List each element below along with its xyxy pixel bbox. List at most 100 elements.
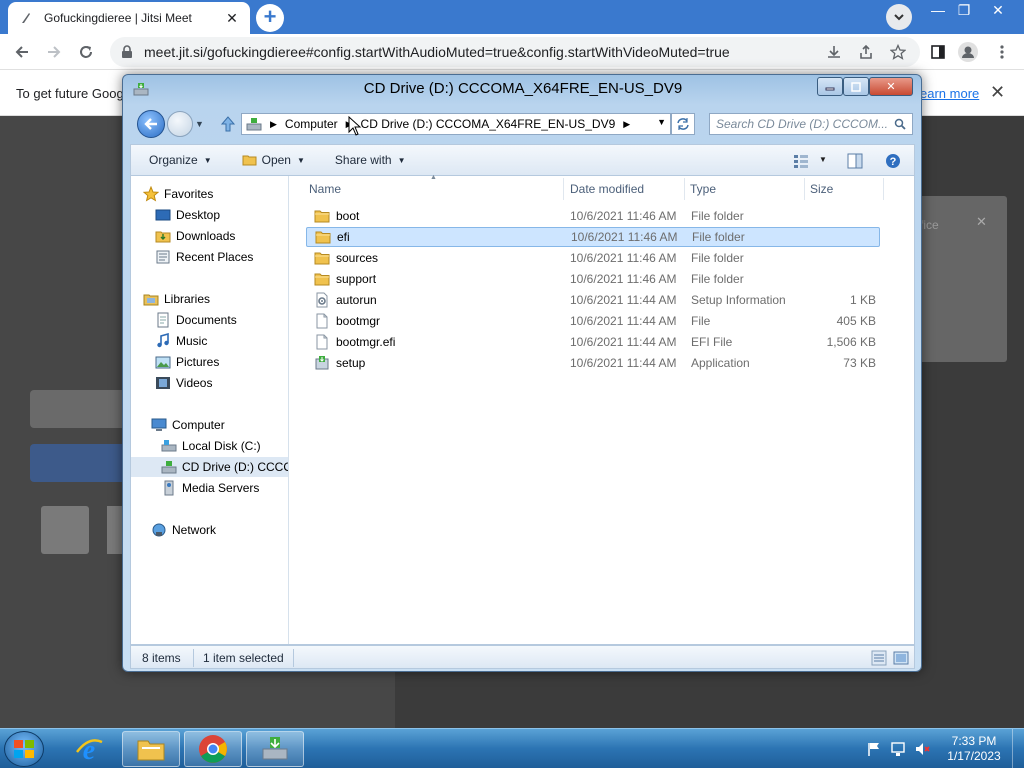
file-row-bootmgr[interactable]: bootmgr 10/6/2021 11:44 AM File 405 KB: [306, 311, 880, 331]
volume-muted-icon[interactable]: [914, 741, 930, 757]
windows-logo-icon: [14, 740, 34, 758]
back-button[interactable]: [10, 40, 34, 64]
file-icon: [316, 334, 328, 350]
file-type: File: [691, 314, 711, 328]
breadcrumb-cd-drive[interactable]: CD Drive (D:) CCCOMA_X64FRE_EN-US_DV9: [361, 117, 616, 131]
breadcrumb-computer[interactable]: Computer: [285, 117, 338, 131]
file-row-boot[interactable]: boot 10/6/2021 11:46 AM File folder: [306, 206, 880, 226]
chrome-menu-button[interactable]: [992, 42, 1012, 62]
taskbar-cd-drive-window[interactable]: [246, 731, 304, 767]
preview-pane-icon[interactable]: [847, 153, 863, 169]
share-with-menu[interactable]: Share with ▼: [335, 153, 406, 167]
tab-search-button[interactable]: [886, 4, 912, 30]
refresh-icon: [677, 118, 689, 130]
arrow-right-icon: [48, 46, 61, 58]
file-icon: [316, 313, 328, 329]
nav-pictures[interactable]: Pictures: [131, 352, 288, 372]
profile-button[interactable]: [958, 42, 978, 62]
nav-favorites[interactable]: Favorites: [131, 184, 288, 204]
explorer-back-button[interactable]: [137, 110, 165, 138]
column-divider[interactable]: [804, 178, 805, 200]
new-tab-button[interactable]: +: [256, 4, 284, 32]
column-header-date-modified[interactable]: Date modified: [570, 179, 644, 199]
large-icons-view-icon[interactable]: [893, 650, 909, 666]
file-row-sources[interactable]: sources 10/6/2021 11:46 AM File folder: [306, 248, 880, 268]
bookmark-button[interactable]: [888, 42, 908, 62]
column-header-type[interactable]: Type: [690, 179, 716, 199]
file-row-bootmgr-efi[interactable]: bootmgr.efi 10/6/2021 11:44 AM EFI File 1,5…: [306, 332, 880, 352]
window-minimize-button[interactable]: [817, 77, 843, 96]
nav-libraries[interactable]: Libraries: [131, 289, 288, 309]
up-arrow-icon[interactable]: [218, 114, 238, 134]
file-name-label: autorun: [336, 293, 377, 307]
taskbar-internet-explorer[interactable]: e: [60, 731, 118, 767]
window-maximize-button[interactable]: [843, 77, 869, 96]
explorer-refresh-button[interactable]: [671, 113, 695, 135]
nav-local-disk[interactable]: Local Disk (C:): [131, 436, 288, 456]
breadcrumb-separator-icon[interactable]: ▶: [270, 119, 277, 130]
address-dropdown-icon[interactable]: ▼: [657, 117, 666, 127]
nav-documents-label: Documents: [176, 313, 237, 327]
nav-downloads[interactable]: Downloads: [131, 226, 288, 246]
file-row-efi[interactable]: efi 10/6/2021 11:46 AM File folder: [306, 227, 880, 247]
organize-menu[interactable]: Organize ▼: [149, 153, 212, 167]
install-app-button[interactable]: [824, 42, 844, 62]
action-center-flag-icon[interactable]: [866, 741, 882, 757]
system-clock[interactable]: 7:33 PM 1/17/2023: [944, 734, 1004, 764]
file-row-setup[interactable]: setup 10/6/2021 11:44 AM Application 73 KB: [306, 353, 880, 373]
share-button[interactable]: [856, 42, 876, 62]
start-button[interactable]: [4, 731, 44, 767]
browser-minimize-button[interactable]: —: [924, 0, 952, 20]
join-meeting-button[interactable]: [30, 444, 130, 482]
nav-media-servers[interactable]: Media Servers: [131, 478, 288, 498]
nav-desktop-label: Desktop: [176, 208, 221, 222]
tab-close-icon[interactable]: ✕: [224, 10, 240, 26]
name-input[interactable]: [30, 390, 130, 428]
column-header-name[interactable]: Name: [309, 179, 341, 199]
file-row-support[interactable]: support 10/6/2021 11:46 AM File folder: [306, 269, 880, 289]
reload-button[interactable]: [74, 40, 98, 64]
show-desktop-button[interactable]: [1012, 729, 1024, 768]
nav-documents[interactable]: Documents: [131, 310, 288, 330]
breadcrumb-separator-icon[interactable]: ▶: [623, 119, 630, 130]
jitsi-favicon-icon: [22, 13, 30, 23]
details-view-icon[interactable]: [871, 650, 887, 666]
nav-network[interactable]: Network: [131, 520, 288, 540]
search-icon[interactable]: [894, 118, 906, 130]
view-options-dropdown-icon[interactable]: ▼: [819, 155, 827, 164]
change-view-icon[interactable]: [793, 153, 809, 169]
notification-close-icon[interactable]: ✕: [976, 214, 987, 230]
star-icon: [143, 186, 159, 202]
explorer-search-input[interactable]: Search CD Drive (D:) CCCOM...: [709, 113, 913, 135]
column-divider[interactable]: [563, 178, 564, 200]
column-divider[interactable]: [684, 178, 685, 200]
help-icon[interactable]: ?: [885, 153, 901, 169]
column-header-size[interactable]: Size: [810, 179, 833, 199]
browser-restore-button[interactable]: ❐: [950, 0, 978, 20]
file-row-autorun[interactable]: autorun 10/6/2021 11:44 AM Setup Informati…: [306, 290, 880, 310]
window-close-button[interactable]: ✕: [869, 77, 913, 96]
nav-music[interactable]: Music: [131, 331, 288, 351]
nav-videos[interactable]: Videos: [131, 373, 288, 393]
forward-button[interactable]: [42, 40, 66, 64]
taskbar-file-explorer[interactable]: [122, 731, 180, 767]
nav-desktop[interactable]: Desktop: [131, 205, 288, 225]
explorer-forward-button[interactable]: [167, 111, 193, 137]
open-button[interactable]: Open ▼: [242, 152, 305, 168]
side-panel-button[interactable]: [928, 42, 948, 62]
nav-computer[interactable]: Computer: [131, 415, 288, 435]
lock-icon[interactable]: [120, 45, 134, 59]
microphone-toggle-button[interactable]: [41, 506, 89, 554]
explorer-address-bar[interactable]: ▶ Computer ▶ CD Drive (D:) CCCOMA_X64FRE…: [241, 113, 671, 135]
info-bar-close-icon[interactable]: ✕: [990, 82, 1005, 103]
address-bar[interactable]: meet.jit.si/gofuckingdieree#config.start…: [110, 37, 920, 67]
nav-cd-drive[interactable]: CD Drive (D:) CCCOI: [131, 457, 288, 477]
learn-more-link[interactable]: earn more: [920, 86, 979, 101]
taskbar-chrome[interactable]: [184, 731, 242, 767]
browser-close-button[interactable]: ✕: [984, 0, 1012, 20]
browser-tab[interactable]: Gofuckingdieree | Jitsi Meet ✕: [8, 2, 250, 34]
column-divider[interactable]: [883, 178, 884, 200]
network-status-icon[interactable]: [890, 741, 906, 757]
nav-recent-places[interactable]: Recent Places: [131, 247, 288, 267]
recent-pages-dropdown[interactable]: ▼: [195, 119, 204, 129]
